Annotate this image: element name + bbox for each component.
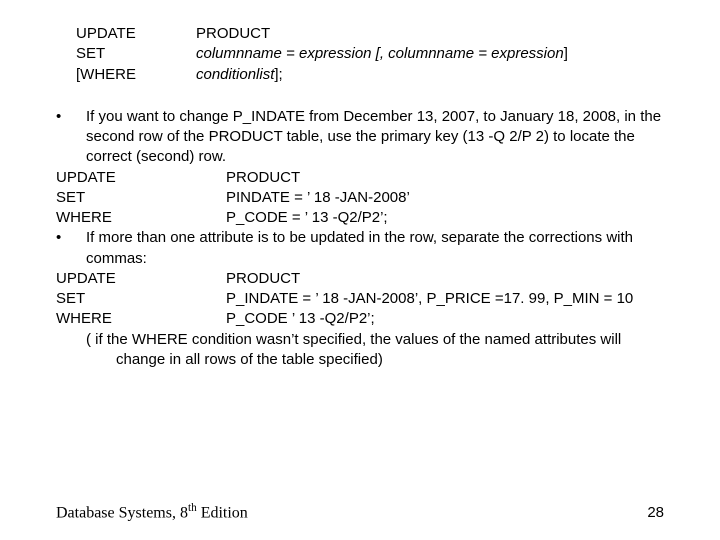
syntax-italic: columnname = expression [, columnname = …: [196, 45, 564, 62]
syntax-row: SET columnname = expression [, columnnam…: [76, 44, 664, 64]
syntax-body-tail: ];: [274, 66, 282, 83]
example-value: PRODUCT: [226, 269, 664, 289]
syntax-keyword: SET: [76, 44, 196, 64]
note-text: ( if the WHERE condition wasn’t specifie…: [86, 330, 664, 371]
example-keyword: SET: [56, 289, 226, 309]
example-row: SET P_INDATE = ’ 18 -JAN-2008’, P_PRICE …: [56, 289, 664, 309]
syntax-italic: conditionlist: [196, 66, 274, 83]
example-row: SET PINDATE = ’ 18 -JAN-2008’: [56, 188, 664, 208]
footer-book: Database Systems, 8th Edition: [56, 502, 248, 522]
bullet-text: If you want to change P_INDATE from Dece…: [86, 107, 664, 168]
syntax-body: columnname = expression [, columnname = …: [196, 44, 664, 64]
example-keyword: UPDATE: [56, 269, 226, 289]
footer-book-c: Edition: [197, 504, 248, 521]
bullet-item: • If more than one attribute is to be up…: [56, 228, 664, 269]
syntax-body: conditionlist];: [196, 65, 664, 85]
syntax-block: UPDATE PRODUCT SET columnname = expressi…: [76, 24, 664, 85]
note-line: ( if the WHERE condition wasn’t specifie…: [56, 330, 664, 371]
content-block: • If you want to change P_INDATE from De…: [56, 107, 664, 370]
example-value: P_CODE ’ 13 -Q2/P2’;: [226, 309, 664, 329]
example-keyword: UPDATE: [56, 168, 226, 188]
example-row: UPDATE PRODUCT: [56, 269, 664, 289]
bullet-marker: •: [56, 228, 86, 269]
bullet-marker: •: [56, 107, 86, 168]
example-value: PRODUCT: [226, 168, 664, 188]
example-keyword: WHERE: [56, 309, 226, 329]
example-row: UPDATE PRODUCT: [56, 168, 664, 188]
example-row: WHERE P_CODE ’ 13 -Q2/P2’;: [56, 309, 664, 329]
example-value: PINDATE = ’ 18 -JAN-2008’: [226, 188, 664, 208]
footer-book-sup: th: [188, 502, 197, 514]
example-keyword: WHERE: [56, 208, 226, 228]
footer: Database Systems, 8th Edition 28: [56, 502, 664, 522]
example-value: P_CODE = ’ 13 -Q2/P2’;: [226, 208, 664, 228]
syntax-row: UPDATE PRODUCT: [76, 24, 664, 44]
example-value: P_INDATE = ’ 18 -JAN-2008’, P_PRICE =17.…: [226, 289, 664, 309]
syntax-body: PRODUCT: [196, 24, 664, 44]
bullet-text: If more than one attribute is to be upda…: [86, 228, 664, 269]
page-number: 28: [647, 504, 664, 521]
footer-book-a: Database Systems, 8: [56, 504, 188, 521]
syntax-row: [WHERE conditionlist];: [76, 65, 664, 85]
syntax-body-tail: ]: [564, 45, 568, 62]
example-row: WHERE P_CODE = ’ 13 -Q2/P2’;: [56, 208, 664, 228]
example-keyword: SET: [56, 188, 226, 208]
syntax-keyword: [WHERE: [76, 65, 196, 85]
syntax-keyword: UPDATE: [76, 24, 196, 44]
bullet-item: • If you want to change P_INDATE from De…: [56, 107, 664, 168]
slide: UPDATE PRODUCT SET columnname = expressi…: [0, 0, 720, 540]
